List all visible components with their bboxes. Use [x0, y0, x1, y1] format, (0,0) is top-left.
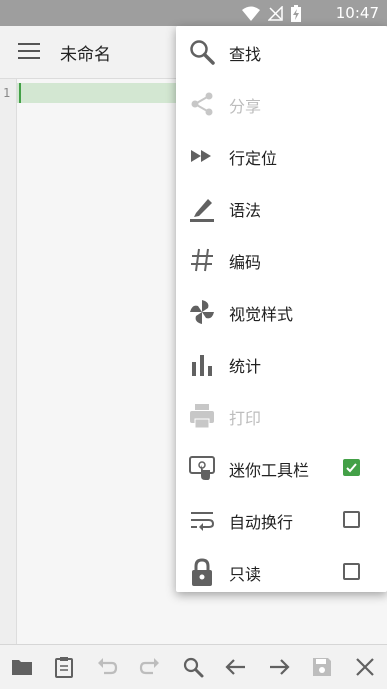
printer-icon — [190, 404, 214, 429]
menu-item-goto-line[interactable]: 行定位 — [176, 130, 387, 182]
menu-item-label: 查找 — [229, 45, 262, 64]
menu-item-label: 打印 — [229, 409, 262, 428]
menu-item-find[interactable]: 查找 — [176, 26, 387, 78]
overflow-menu: 查找 分享 行定位 语法 编码 视觉样式 统计 打印 迷你工具栏 自动换行 只读 — [176, 26, 387, 592]
menu-item-label: 编码 — [229, 253, 262, 272]
menu-item-word-wrap[interactable]: 自动换行 — [176, 494, 387, 546]
pinwheel-icon — [190, 300, 214, 324]
status-bar: 10:47 — [0, 0, 387, 26]
read-only-checkbox[interactable] — [343, 563, 360, 580]
menu-item-label: 统计 — [229, 357, 262, 376]
menu-item-statistics[interactable]: 统计 — [176, 338, 387, 390]
arrow-right-icon[interactable] — [267, 655, 291, 679]
close-icon[interactable] — [353, 655, 377, 679]
arrow-left-icon[interactable] — [224, 655, 248, 679]
current-line-highlight — [17, 83, 187, 103]
menu-item-encoding[interactable]: 编码 — [176, 234, 387, 286]
pen-icon — [190, 199, 214, 222]
bottom-toolbar — [0, 644, 387, 689]
fast-forward-icon — [191, 150, 211, 162]
share-icon — [191, 92, 213, 116]
status-time: 10:47 — [335, 4, 379, 22]
undo-icon[interactable] — [95, 655, 119, 679]
menu-item-label: 视觉样式 — [229, 305, 294, 324]
line-number: 1 — [3, 86, 11, 100]
menu-item-syntax[interactable]: 语法 — [176, 182, 387, 234]
mini-toolbar-checkbox[interactable] — [343, 459, 360, 476]
touch-screen-icon — [189, 456, 215, 480]
search-icon[interactable] — [181, 655, 205, 679]
save-icon[interactable] — [310, 655, 334, 679]
menu-item-label: 自动换行 — [229, 513, 294, 532]
menu-item-label: 行定位 — [229, 149, 278, 168]
bar-chart-icon — [192, 355, 212, 376]
menu-item-print[interactable]: 打印 — [176, 390, 387, 442]
hamburger-menu-icon[interactable] — [18, 43, 40, 61]
menu-item-label: 只读 — [229, 565, 262, 584]
menu-item-mini-toolbar[interactable]: 迷你工具栏 — [176, 442, 387, 494]
menu-item-visual-style[interactable]: 视觉样式 — [176, 286, 387, 338]
search-icon — [190, 40, 215, 65]
line-number-gutter: 1 — [0, 79, 17, 644]
checkmark-icon — [346, 463, 357, 473]
clipboard-icon[interactable] — [52, 655, 76, 679]
word-wrap-checkbox[interactable] — [343, 511, 360, 528]
signal-off-icon — [268, 6, 283, 21]
menu-item-label: 语法 — [229, 201, 262, 220]
hash-icon — [191, 248, 213, 272]
menu-item-read-only[interactable]: 只读 — [176, 546, 387, 598]
document-title: 未命名 — [60, 45, 111, 65]
battery-charging-icon — [291, 5, 301, 22]
redo-icon[interactable] — [138, 655, 162, 679]
text-caret — [19, 83, 21, 103]
lock-icon — [192, 558, 212, 586]
folder-icon[interactable] — [10, 655, 34, 679]
wrap-icon — [191, 512, 215, 531]
wifi-icon — [242, 6, 260, 21]
menu-item-label: 迷你工具栏 — [229, 461, 310, 480]
menu-item-share[interactable]: 分享 — [176, 78, 387, 130]
menu-item-label: 分享 — [229, 97, 262, 116]
